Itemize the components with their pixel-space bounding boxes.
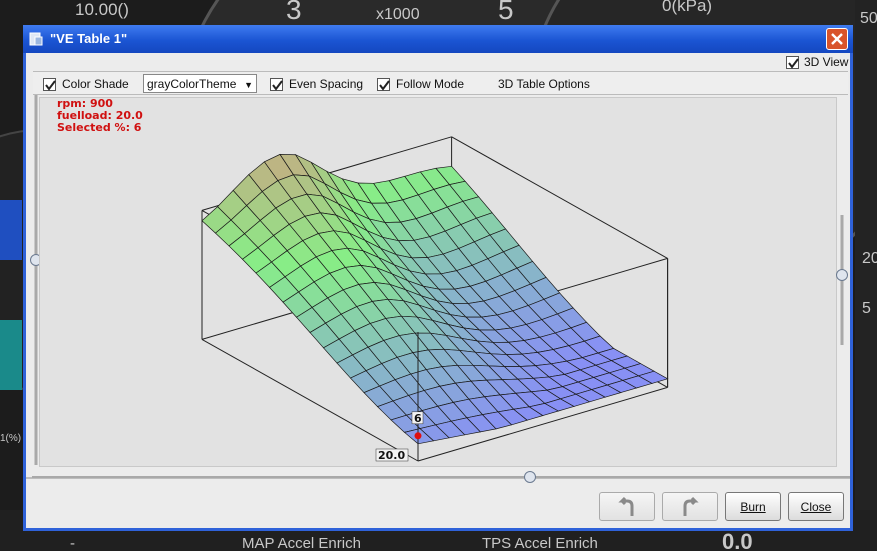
undo-icon: [618, 496, 634, 516]
3d-view-toggle[interactable]: 3D View: [786, 53, 848, 71]
bg-gauge-text: 3: [286, 0, 302, 25]
color-theme-value: grayColorTheme: [147, 77, 237, 91]
ve-surface[interactable]: 620.0: [40, 98, 838, 468]
close-button[interactable]: Close: [788, 492, 844, 521]
close-icon: [831, 33, 843, 45]
3d-table-options-label: 3D Table Options: [498, 77, 590, 91]
selected-axis-label: 20.0: [378, 449, 405, 462]
even-spacing-checkbox[interactable]: [270, 77, 283, 91]
bg-bottom-text: 0.0: [722, 529, 753, 551]
bg-gauge-text: 1(%): [0, 433, 22, 444]
even-spacing-toggle[interactable]: Even Spacing: [270, 77, 363, 91]
color-theme-select[interactable]: grayColorTheme ▼: [143, 74, 257, 93]
window-title: "VE Table 1": [50, 31, 128, 46]
slider-thumb: [836, 269, 848, 281]
color-shade-checkbox[interactable]: [43, 77, 56, 91]
bg-bottom-text: -: [70, 535, 75, 551]
bg-gauge-text: 5: [862, 300, 871, 317]
dropdown-arrow-icon: ▼: [244, 80, 253, 90]
slider-thumb: [524, 471, 536, 483]
bg-bottom-text: TPS Accel Enrich: [482, 535, 598, 551]
follow-mode-label: Follow Mode: [396, 77, 465, 91]
even-spacing-label: Even Spacing: [289, 77, 364, 91]
color-shade-label: Color Shade: [62, 77, 129, 91]
selected-cell-marker: [414, 432, 422, 440]
burn-button[interactable]: Burn: [725, 492, 781, 521]
undo-button[interactable]: [599, 492, 655, 521]
burn-label: Burn: [740, 499, 766, 514]
title-bar[interactable]: "VE Table 1": [23, 25, 853, 53]
close-label: Close: [800, 499, 832, 514]
3d-view-checkbox[interactable]: [786, 55, 799, 69]
3d-surface-plot[interactable]: 6 20.0 rpm: 900 fuelload: 20.0 Selected %…: [39, 97, 837, 467]
bg-gauge-text: 5: [498, 0, 514, 25]
horizontal-rotation-slider[interactable]: [32, 471, 850, 483]
bg-gauge-text: 50: [860, 10, 877, 27]
redo-icon: [683, 496, 699, 516]
follow-mode-toggle[interactable]: Follow Mode: [377, 77, 464, 91]
bg-gauge-text: 10.00(): [75, 0, 129, 19]
window-close-button[interactable]: [826, 28, 848, 50]
bg-gauge-text: 0(kPa): [662, 0, 713, 15]
bg-bottom-text: MAP Accel Enrich: [242, 535, 361, 551]
app-icon: [28, 31, 44, 47]
3d-view-label: 3D View: [804, 55, 849, 69]
3d-table-options-link[interactable]: 3D Table Options: [498, 77, 590, 91]
redo-button[interactable]: [662, 492, 718, 521]
ve-table-window: "VE Table 1" 3D View Color Shade grayCol…: [23, 25, 853, 531]
table-toolbar: Color Shade grayColorTheme ▼ Even Spacin…: [33, 71, 848, 95]
cursor-info: rpm: 900 fuelload: 20.0 Selected %: 6: [57, 98, 143, 134]
selected-readout: Selected %: 6: [57, 121, 142, 134]
bg-gauge-text: x1000: [376, 6, 420, 23]
zoom-slider[interactable]: [836, 215, 848, 345]
bg-gauge-text: 20: [862, 250, 877, 267]
selected-value-label: 6: [414, 412, 422, 425]
follow-mode-checkbox[interactable]: [377, 77, 390, 91]
color-shade-toggle[interactable]: Color Shade: [43, 77, 129, 91]
